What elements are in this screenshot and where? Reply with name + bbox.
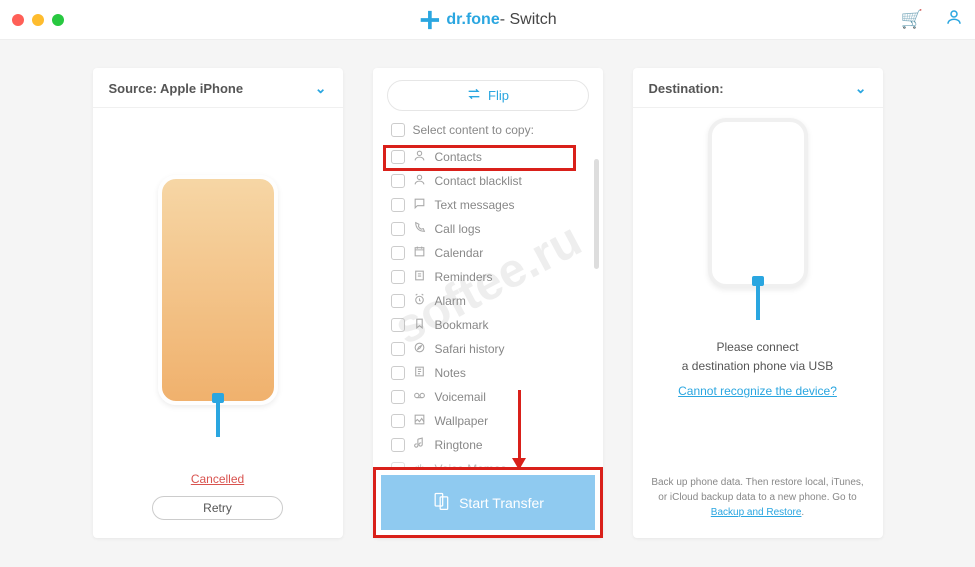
item-label: Alarm — [435, 294, 466, 308]
list-item[interactable]: Calendar — [391, 241, 593, 265]
item-label: Bookmark — [435, 318, 489, 332]
maximize-icon[interactable] — [52, 14, 64, 26]
retry-button[interactable]: Retry — [152, 496, 283, 520]
flip-label: Flip — [488, 88, 509, 103]
cancelled-link[interactable]: Cancelled — [191, 472, 244, 486]
call-icon — [413, 221, 427, 237]
checkbox[interactable] — [391, 270, 405, 284]
brand-text: dr.fone- Switch — [446, 11, 556, 29]
list-item[interactable]: Bookmark — [391, 313, 593, 337]
list-item[interactable]: Ringtone — [391, 433, 593, 457]
start-label: Start Transfer — [459, 495, 544, 511]
highlight-start: Start Transfer — [373, 467, 603, 538]
list-item[interactable]: Contact blacklist — [391, 169, 593, 193]
dest-msg-line1: Please connect — [651, 338, 865, 357]
checkbox[interactable] — [391, 246, 405, 260]
minimize-icon[interactable] — [32, 14, 44, 26]
plus-icon — [418, 9, 440, 31]
list-item[interactable]: Voice Memos — [391, 457, 593, 467]
list-item[interactable]: Wallpaper — [391, 409, 593, 433]
source-status: Cancelled Retry — [93, 472, 343, 538]
window-controls — [12, 14, 64, 26]
list-item[interactable]: Reminders — [391, 265, 593, 289]
calendar-icon — [413, 245, 427, 261]
item-label: Notes — [435, 366, 466, 380]
annotation-arrow — [518, 390, 521, 468]
checkbox[interactable] — [391, 366, 405, 380]
list-item[interactable]: Call logs — [391, 217, 593, 241]
safari-icon — [413, 341, 427, 357]
alarm-icon — [413, 293, 427, 309]
content-list: Select content to copy: Contacts Contact… — [373, 119, 603, 467]
cart-icon[interactable]: 🛒 — [901, 9, 923, 30]
reminder-icon — [413, 269, 427, 285]
item-label: Contact blacklist — [435, 174, 522, 188]
select-all-checkbox[interactable] — [391, 123, 405, 137]
source-phone-area — [93, 108, 343, 472]
transfer-icon — [431, 491, 451, 514]
destination-phone-area — [633, 108, 883, 298]
checkbox[interactable] — [391, 294, 405, 308]
list-item[interactable]: Text messages — [391, 193, 593, 217]
checkbox[interactable] — [391, 390, 405, 404]
chevron-down-icon: ⌄ — [855, 80, 867, 97]
source-title: Source: Apple iPhone — [109, 81, 244, 96]
select-all-label: Select content to copy: — [413, 123, 534, 137]
destination-footer: Back up phone data. Then restore local, … — [633, 461, 883, 538]
cable-icon — [756, 284, 760, 320]
checkbox[interactable] — [391, 342, 405, 356]
cable-icon — [216, 401, 220, 437]
contacts-icon — [413, 173, 427, 189]
ringtone-icon — [413, 437, 427, 453]
checkbox[interactable] — [391, 198, 405, 212]
checkbox[interactable] — [391, 174, 405, 188]
app-brand: dr.fone- Switch — [418, 9, 556, 31]
list-item[interactable]: Voicemail — [391, 385, 593, 409]
flip-icon — [466, 88, 482, 103]
start-transfer-button[interactable]: Start Transfer — [381, 475, 595, 530]
source-header[interactable]: Source: Apple iPhone ⌄ — [93, 68, 343, 108]
titlebar: dr.fone- Switch 🛒 — [0, 0, 975, 40]
checkbox[interactable] — [391, 438, 405, 452]
item-label: Text messages — [435, 198, 515, 212]
dest-msg-line2: a destination phone via USB — [651, 357, 865, 376]
message-icon — [413, 197, 427, 213]
wallpaper-icon — [413, 413, 427, 429]
footer-text: Back up phone data. Then restore local, … — [651, 477, 863, 503]
bookmark-icon — [413, 317, 427, 333]
backup-restore-link[interactable]: Backup and Restore — [711, 507, 802, 518]
scrollbar[interactable] — [594, 159, 599, 269]
phone-placeholder — [708, 118, 808, 288]
destination-panel: Destination: ⌄ Please connect a destinat… — [633, 68, 883, 538]
list-item[interactable]: Notes — [391, 361, 593, 385]
cannot-recognize-link[interactable]: Cannot recognize the device? — [678, 382, 837, 401]
chevron-down-icon: ⌄ — [315, 80, 327, 97]
select-all-row[interactable]: Select content to copy: — [391, 123, 593, 137]
source-panel: Source: Apple iPhone ⌄ Cancelled Retry — [93, 68, 343, 538]
item-label: Call logs — [435, 222, 481, 236]
item-label: Safari history — [435, 342, 505, 356]
item-label: Wallpaper — [435, 414, 489, 428]
user-icon[interactable] — [945, 8, 963, 31]
item-label: Voicemail — [435, 390, 486, 404]
content-panel: Flip Select content to copy: Contacts Co… — [373, 68, 603, 538]
destination-header[interactable]: Destination: ⌄ — [633, 68, 883, 108]
checkbox[interactable] — [391, 222, 405, 236]
iphone-illustration — [158, 175, 278, 405]
item-label: Calendar — [435, 246, 484, 260]
list-item[interactable]: Alarm — [391, 289, 593, 313]
close-icon[interactable] — [12, 14, 24, 26]
highlight-contacts — [383, 145, 576, 171]
voicemail-icon — [413, 389, 427, 405]
checkbox[interactable] — [391, 318, 405, 332]
flip-button[interactable]: Flip — [387, 80, 589, 111]
destination-message: Please connect a destination phone via U… — [633, 338, 883, 402]
checkbox[interactable] — [391, 414, 405, 428]
item-label: Reminders — [435, 270, 493, 284]
notes-icon — [413, 365, 427, 381]
main-content: Source: Apple iPhone ⌄ Cancelled Retry F… — [0, 40, 975, 567]
item-label: Ringtone — [435, 438, 483, 452]
destination-title: Destination: — [649, 81, 724, 96]
list-item[interactable]: Safari history — [391, 337, 593, 361]
